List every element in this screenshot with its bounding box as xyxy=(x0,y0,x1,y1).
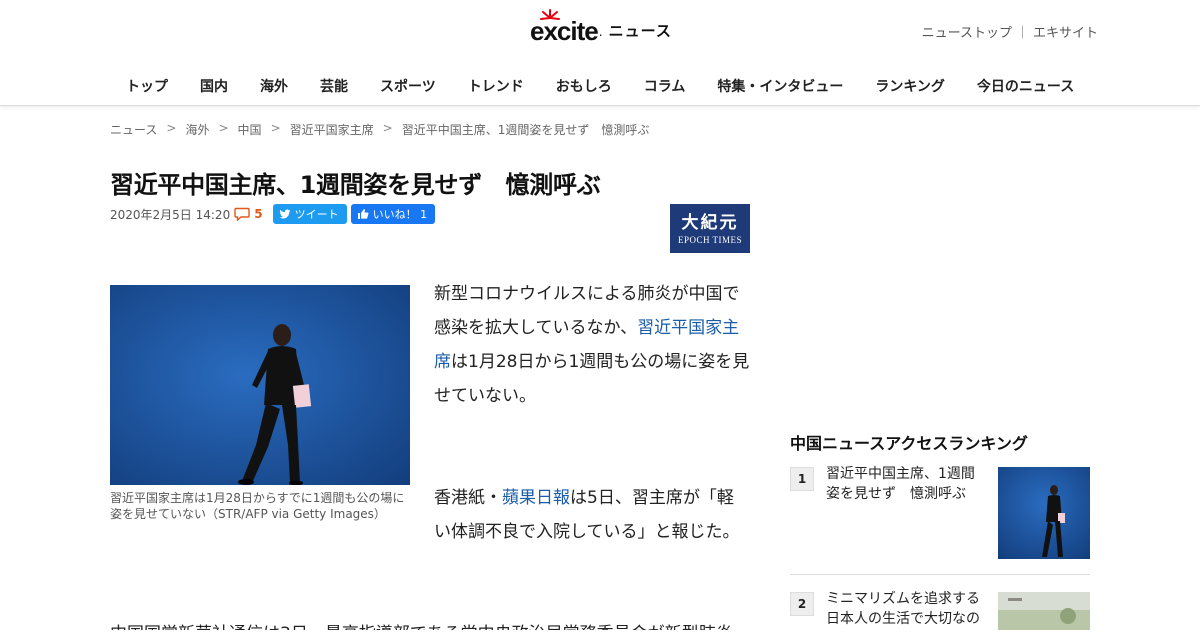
tag-link-apple-daily[interactable]: 蘋果日報 xyxy=(502,488,570,508)
nav-item-domestic[interactable]: 国内 xyxy=(184,68,244,102)
tweet-button[interactable]: ツイート xyxy=(272,204,347,224)
nav-item-ranking[interactable]: ランキング xyxy=(859,68,961,102)
twitter-bird-icon xyxy=(279,209,291,219)
thumbs-up-icon xyxy=(357,209,369,219)
nav-item-today[interactable]: 今日のニュース xyxy=(961,68,1090,102)
article-paragraph: 香港紙・蘋果日報は5日、習主席が「軽い体調不良で入院している」と報じた。 xyxy=(434,481,750,549)
logo-dot: . xyxy=(598,25,603,39)
breadcrumb-separator: > xyxy=(166,121,177,135)
breadcrumb-item[interactable]: 海外 xyxy=(185,121,209,138)
top-link-news-top[interactable]: ニューストップ xyxy=(922,22,1012,41)
article-paragraph-cut: 中国国営新華社通信は3日、最高指導部である党中央政治局常務委員会が新型肺炎 xyxy=(110,617,750,630)
article-photo[interactable] xyxy=(110,285,410,485)
logo-section-label: ニュース xyxy=(608,22,672,40)
comment-count: 5 xyxy=(254,207,263,221)
site-logo[interactable]: excite . ニュース xyxy=(530,9,672,46)
paragraph-text: 香港紙・ xyxy=(434,488,502,508)
ranking-number: 2 xyxy=(790,592,814,616)
ranking-item-title: 習近平中国主席、1週間姿を見せず 憶測呼ぶ xyxy=(826,466,975,502)
ranking-item[interactable]: 1 習近平中国主席、1週間姿を見せず 憶測呼ぶ xyxy=(790,466,1090,575)
source-logo-epoch-times[interactable]: 大紀元 EPOCH TIMES xyxy=(670,204,750,253)
article-title: 習近平中国主席、1週間姿を見せず 憶測呼ぶ xyxy=(110,171,601,199)
ranking-thumbnail xyxy=(998,467,1090,559)
paragraph-text: は1月28日から1週間も公の場に姿を見せていない。 xyxy=(434,352,750,406)
article-paragraph: 新型コロナウイルスによる肺炎が中国で感染を拡大しているなか、習近平国家主席は1月… xyxy=(434,277,750,413)
ranking-title: 中国ニュースアクセスランキング xyxy=(790,434,1028,453)
like-button[interactable]: いいね！ 1 xyxy=(350,204,436,224)
site-header: excite . ニュース ニューストップ ｜ エキサイト トップ 国内 海外 … xyxy=(0,0,1200,106)
logo-wordmark: excite xyxy=(530,9,599,46)
breadcrumb-item[interactable]: ニュース xyxy=(110,121,157,138)
breadcrumb: ニュース > 海外 > 中国 > 習近平国家主席 > 習近平中国主席、1週間姿を… xyxy=(110,121,649,138)
nav-item-column[interactable]: コラム xyxy=(628,68,702,102)
breadcrumb-item[interactable]: 中国 xyxy=(238,121,262,138)
logo-burst-icon xyxy=(540,9,560,20)
article-photo-image xyxy=(110,285,410,485)
breadcrumb-current: 習近平中国主席、1週間姿を見せず 憶測呼ぶ xyxy=(401,123,650,137)
nav-item-top[interactable]: トップ xyxy=(110,68,184,102)
article-meta: 2020年2月5日 14:20 5 ツイート いいね！ 1 xyxy=(110,204,436,224)
article-date: 2020年2月5日 14:20 xyxy=(110,207,231,222)
speech-bubble-icon xyxy=(234,207,250,221)
global-nav: トップ 国内 海外 芸能 スポーツ トレンド おもしろ コラム 特集・インタビュ… xyxy=(110,68,1090,102)
nav-item-entertainment[interactable]: 芸能 xyxy=(304,68,364,102)
breadcrumb-item[interactable]: 習近平国家主席 xyxy=(290,121,374,138)
nav-item-overseas[interactable]: 海外 xyxy=(244,68,304,102)
comment-link[interactable]: 5 xyxy=(234,207,263,221)
top-links-separator: ｜ xyxy=(1015,26,1029,41)
breadcrumb-separator: > xyxy=(382,121,393,135)
nav-item-sports[interactable]: スポーツ xyxy=(364,68,452,102)
top-link-excite[interactable]: エキサイト xyxy=(1033,22,1098,41)
ranking-thumbnail xyxy=(998,592,1090,630)
source-logo-en: EPOCH TIMES xyxy=(677,234,743,245)
ranking-item-title: ミニマリズムを追求する日本人の生活で大切なの xyxy=(826,591,980,627)
nav-item-trend[interactable]: トレンド xyxy=(452,68,540,102)
paragraph-text: 中国国営新華社通信は3日、最高指導部である党中央政治局常務委員会が新型肺炎 xyxy=(110,617,750,630)
breadcrumb-separator: > xyxy=(218,121,229,135)
ranking-item[interactable]: 2 ミニマリズムを追求する日本人の生活で大切なの xyxy=(790,591,1090,632)
like-label: いいね！ 1 xyxy=(372,208,428,221)
nav-item-features[interactable]: 特集・インタビュー xyxy=(701,68,859,102)
nav-item-funny[interactable]: おもしろ xyxy=(540,68,628,102)
photo-caption: 習近平国家主席は1月28日からすでに1週間も公の場に姿を見せていない（STR/A… xyxy=(110,491,405,521)
top-links: ニューストップ ｜ エキサイト xyxy=(922,22,1098,41)
source-logo-zh: 大紀元 xyxy=(681,212,739,233)
tweet-label: ツイート xyxy=(294,208,339,221)
breadcrumb-separator: > xyxy=(270,121,281,135)
ranking-number: 1 xyxy=(790,467,814,491)
